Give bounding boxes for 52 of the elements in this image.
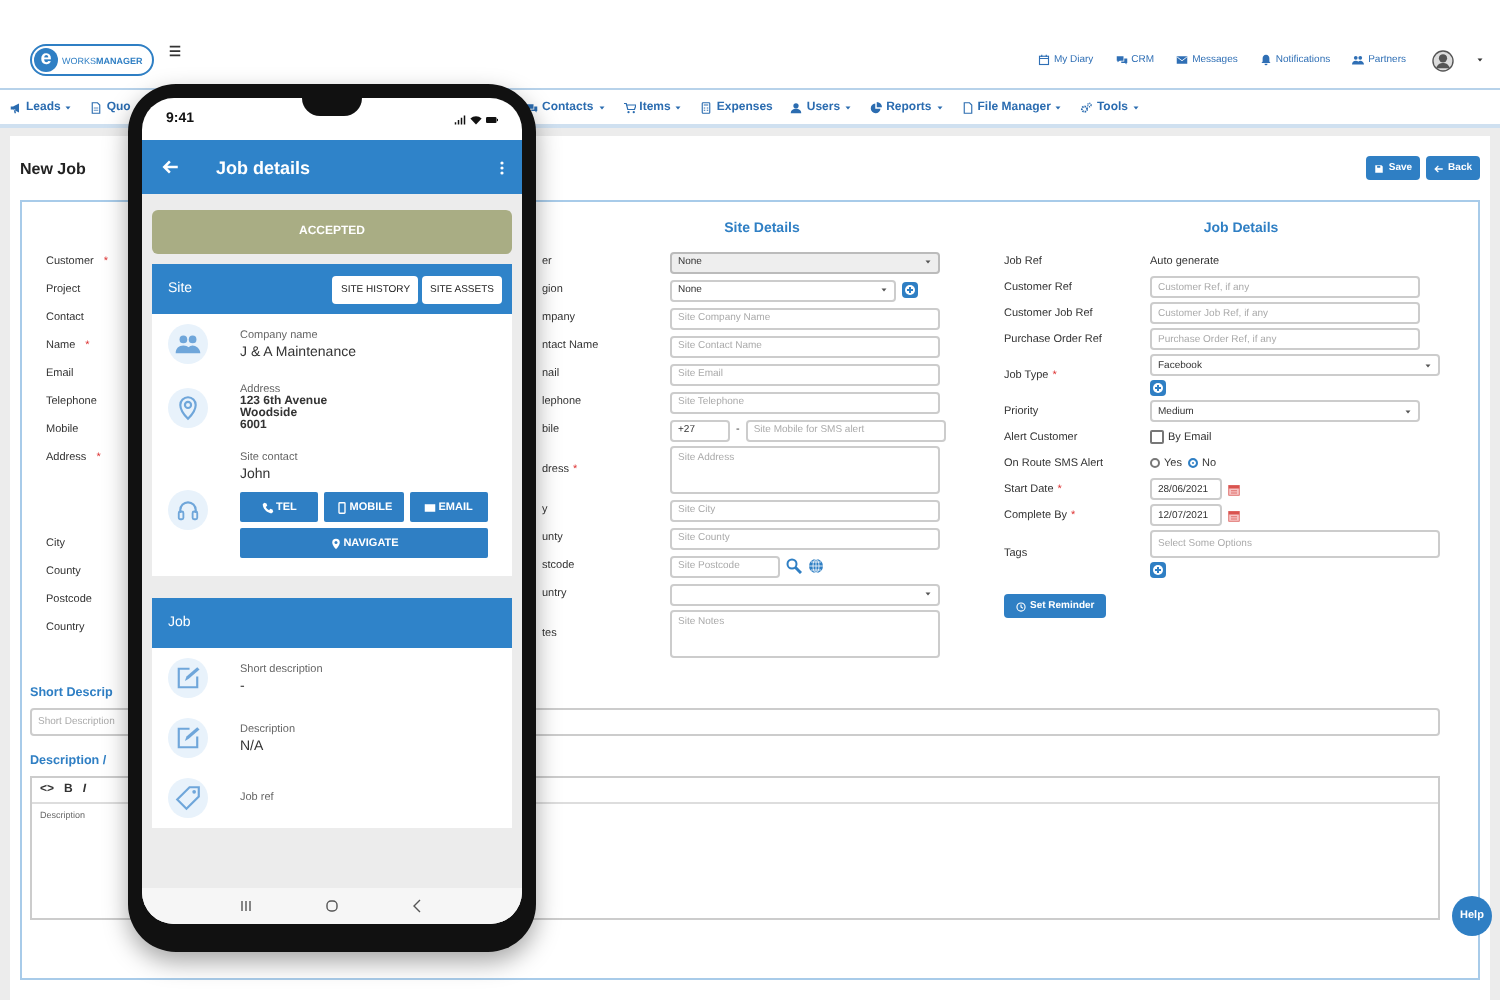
checkbox[interactable] (1150, 430, 1164, 444)
caret-icon (924, 258, 932, 266)
megaphone-icon (10, 101, 22, 113)
home-button-icon (323, 898, 340, 914)
caret-icon (1404, 407, 1412, 415)
people-icon (1352, 54, 1365, 66)
edit-icon (168, 718, 208, 758)
signal-icon (454, 113, 466, 125)
globe-icon (808, 558, 824, 574)
bell-icon (1259, 54, 1272, 66)
clock-icon (1016, 601, 1026, 611)
envelope-icon (1176, 54, 1189, 66)
file-icon (961, 101, 974, 113)
pin-icon (168, 388, 208, 428)
caret-icon (924, 590, 932, 598)
user-icon (790, 101, 803, 113)
wifi-icon (470, 113, 482, 125)
pie-chart-icon (870, 101, 883, 113)
calendar-icon (1228, 509, 1240, 521)
headset-icon (168, 489, 208, 529)
calendar-icon (1228, 483, 1240, 495)
arrow-left-icon (1434, 163, 1445, 173)
edit-icon (168, 658, 208, 698)
pin-icon (329, 537, 342, 549)
envelope-icon (424, 501, 437, 513)
document-icon (90, 101, 103, 113)
people-icon (168, 324, 208, 364)
save-icon (1374, 163, 1385, 173)
cart-icon (623, 101, 636, 113)
search-icon (786, 558, 802, 574)
arrow-left-icon (162, 158, 180, 176)
camera-notch (302, 98, 362, 116)
mobile-icon (335, 501, 348, 513)
calendar-icon (1037, 54, 1050, 66)
caret-icon (880, 286, 888, 294)
radio-button[interactable] (1187, 458, 1198, 468)
radio-button[interactable] (1150, 458, 1160, 468)
logo-mark: e (34, 48, 58, 72)
app-bar-title: Job details (216, 157, 311, 177)
gears-icon (1080, 101, 1093, 113)
tag-icon (168, 778, 208, 818)
avatar-icon (1432, 49, 1454, 71)
select-field[interactable] (670, 583, 940, 605)
caret-icon (1476, 56, 1484, 64)
recent-apps-icon (237, 898, 254, 914)
battery-icon (486, 113, 498, 125)
chat-icon (1115, 54, 1128, 66)
phone-icon (261, 501, 274, 513)
caret-icon (1424, 361, 1432, 369)
menu-icon (168, 44, 183, 58)
calculator-icon (700, 101, 713, 113)
page-title: New Job (20, 159, 86, 177)
